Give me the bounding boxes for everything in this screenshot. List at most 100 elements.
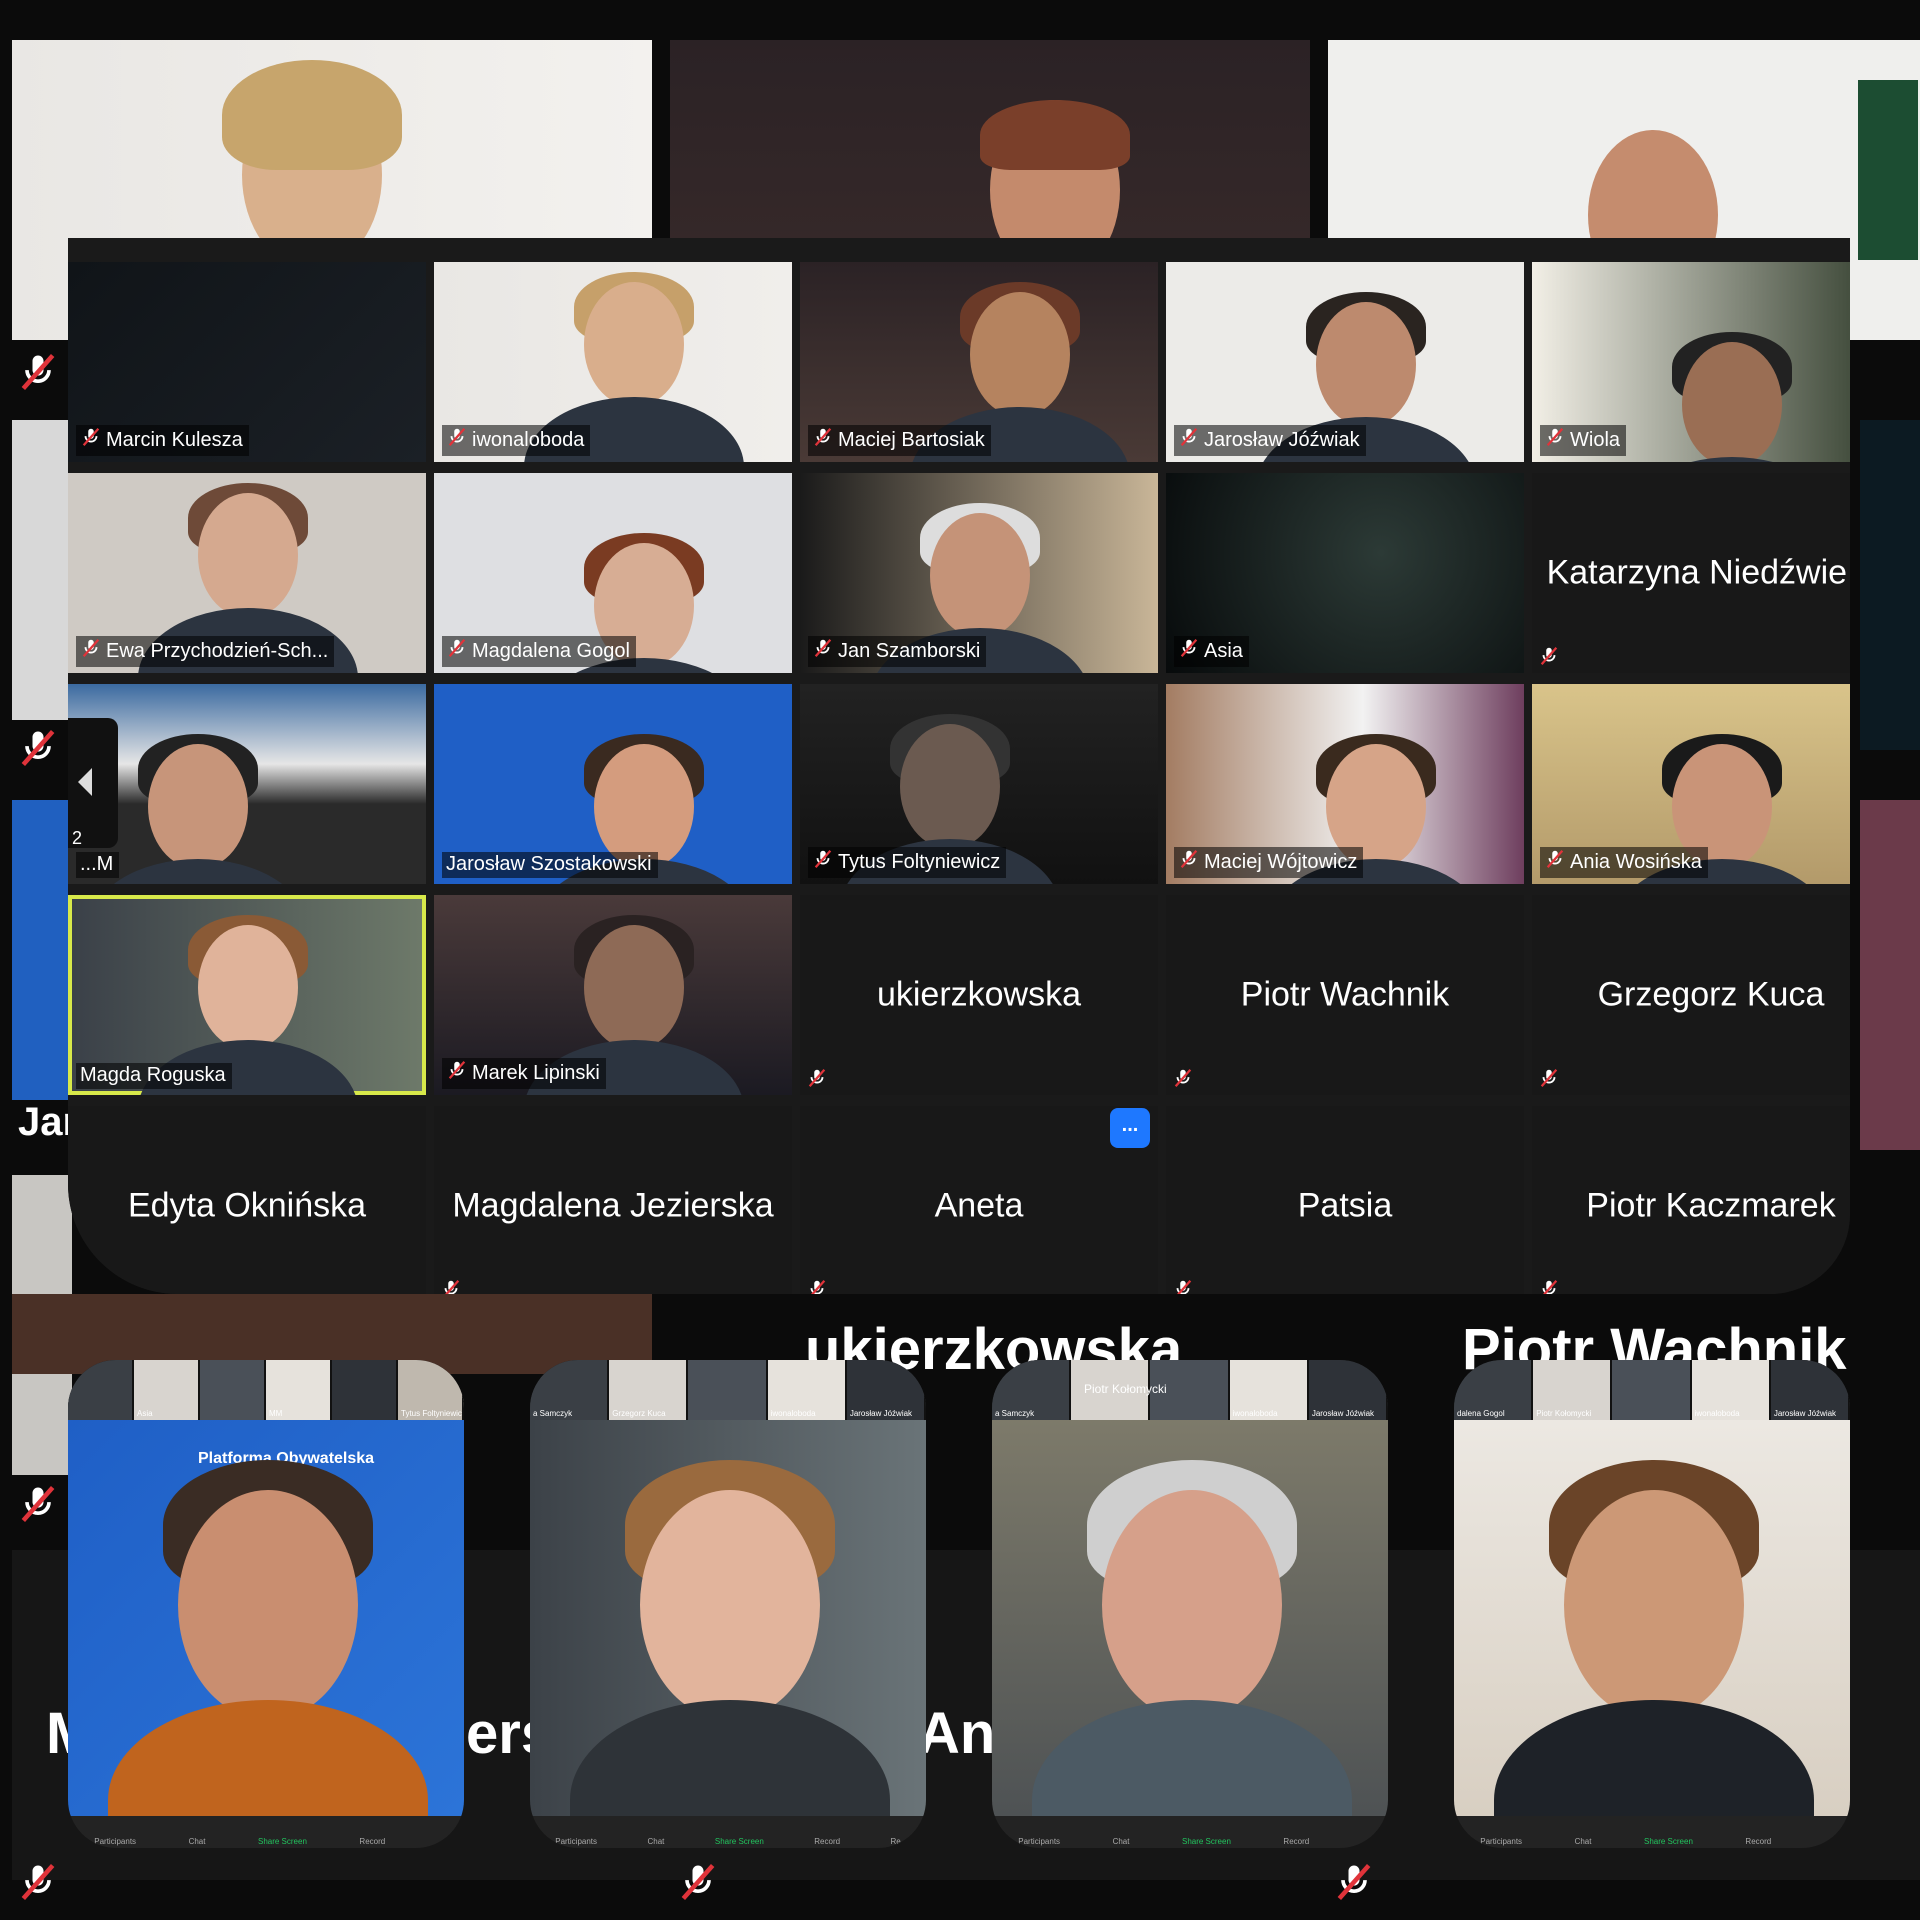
- toolbar-button[interactable]: Record: [1745, 1837, 1771, 1846]
- thumbnail-label: Jarosław Jóźwiak: [1311, 1409, 1375, 1418]
- participant-name-label: Ewa Przychodzień-Sch...: [76, 636, 335, 667]
- participant-tile[interactable]: Marek Lipinski: [434, 895, 792, 1095]
- speaker-body: [108, 1700, 428, 1816]
- participant-name-text: Magdalena Gogol: [472, 639, 630, 662]
- participant-name-label: Marek Lipinski: [442, 1058, 606, 1089]
- participant-name-text: iwonaloboda: [472, 428, 585, 451]
- participant-tile[interactable]: Magdalena Gogol: [434, 473, 792, 673]
- thumbnail-tile[interactable]: dalena Gogol: [1454, 1360, 1534, 1420]
- toolbar-button[interactable]: Chat: [1113, 1837, 1130, 1846]
- participant-tile[interactable]: ukierzkowska: [800, 895, 1158, 1095]
- toolbar-button[interactable]: Record: [814, 1837, 840, 1846]
- participant-name-large: Katarzyna Niedźwie...: [1546, 553, 1850, 592]
- thumbnail-tile[interactable]: iwonaloboda: [1229, 1360, 1309, 1420]
- toolbar-button[interactable]: Chat: [189, 1837, 206, 1846]
- toolbar-button[interactable]: Share Screen: [258, 1837, 307, 1846]
- participant-name-text: ...M: [80, 853, 114, 875]
- participant-tile[interactable]: Magda Roguska: [68, 895, 426, 1095]
- phone-screenshot: dalena Gogol Piotr Kołomycki iwonaloboda Ja…: [1454, 1360, 1850, 1848]
- bg-tile-left-strip-1: [12, 420, 72, 720]
- thumbnail-tile[interactable]: [1612, 1360, 1692, 1420]
- participant-tile[interactable]: iwonaloboda: [434, 262, 792, 462]
- participant-tile[interactable]: Tytus Foltyniewicz: [800, 684, 1158, 884]
- participant-tile[interactable]: Jarosław Jóźwiak: [1166, 262, 1524, 462]
- participant-face: [198, 493, 298, 618]
- participant-tile[interactable]: Katarzyna Niedźwie...: [1532, 473, 1850, 673]
- participant-name-text: Jan Szamborski: [838, 639, 981, 662]
- more-options-button[interactable]: ...: [1110, 1108, 1150, 1148]
- participant-tile[interactable]: Asia: [1166, 473, 1524, 673]
- participant-name-label: Jan Szamborski: [808, 636, 987, 667]
- participant-tile[interactable]: Ania Wosińska: [1532, 684, 1850, 884]
- thumbnail-tile[interactable]: Jarosław Jóźwiak: [1770, 1360, 1850, 1420]
- muted-mic-icon: [806, 1278, 828, 1294]
- toolbar-button[interactable]: Participants: [94, 1837, 136, 1846]
- muted-mic-icon: [1172, 1067, 1194, 1089]
- phone-screenshot: Asia MM Tytus Foltyniewic Platforma Obywate…: [68, 1360, 464, 1848]
- thumbnail-tile[interactable]: Jarosław Jóźwiak: [1308, 1360, 1388, 1420]
- participant-name-label: Asia: [1174, 636, 1249, 667]
- toolbar-button[interactable]: Chat: [1575, 1837, 1592, 1846]
- thumbnail-label: Jarosław Jóźwiak: [849, 1409, 913, 1418]
- participant-tile[interactable]: Grzegorz Kuca: [1532, 895, 1850, 1095]
- participant-tile[interactable]: Piotr Wachnik: [1166, 895, 1524, 1095]
- meeting-toolbar: Participants Chat Share Screen Record: [1454, 1816, 1850, 1848]
- participant-tile[interactable]: Maciej Wójtowicz: [1166, 684, 1524, 884]
- toolbar-button[interactable]: Re: [891, 1837, 901, 1846]
- participant-tile[interactable]: Maciej Bartosiak: [800, 262, 1158, 462]
- participant-tile[interactable]: Jarosław Szostakowski: [434, 684, 792, 884]
- participant-name-large: Aneta: [934, 1186, 1024, 1225]
- participant-tile[interactable]: Aneta: [800, 1106, 1158, 1294]
- toolbar-button[interactable]: Participants: [1480, 1837, 1522, 1846]
- toolbar-button[interactable]: Share Screen: [715, 1837, 764, 1846]
- thumbnail-tile[interactable]: iwonaloboda: [767, 1360, 847, 1420]
- muted-mic-icon: [21, 1863, 55, 1901]
- thumbnail-tile[interactable]: [688, 1360, 768, 1420]
- thumbnail-tile[interactable]: [332, 1360, 398, 1420]
- meeting-toolbar: Participants Chat Share Screen Record: [992, 1816, 1388, 1848]
- bg-tile-right-strip-1: [1860, 420, 1920, 750]
- thumbnail-tile[interactable]: a Samczyk: [992, 1360, 1072, 1420]
- participant-face: [1682, 342, 1782, 462]
- toolbar-button[interactable]: Record: [1283, 1837, 1309, 1846]
- meeting-toolbar: Participants Chat Share Screen Record Re: [530, 1816, 926, 1848]
- thumbnail-tile[interactable]: MM: [266, 1360, 332, 1420]
- page-arrow-left[interactable]: 2: [68, 718, 118, 848]
- thumbnail-tile[interactable]: iwonaloboda: [1691, 1360, 1771, 1420]
- speaker-face: [1102, 1490, 1282, 1720]
- participant-tile[interactable]: ...M: [68, 684, 426, 884]
- participant-tile[interactable]: Piotr Kaczmarek: [1532, 1106, 1850, 1294]
- thumbnail-tile[interactable]: a Samczyk: [530, 1360, 610, 1420]
- participant-name-text: Jarosław Szostakowski: [446, 853, 652, 875]
- toolbar-button[interactable]: Participants: [555, 1837, 597, 1846]
- participant-name-label: Maciej Bartosiak: [808, 425, 991, 456]
- thumbnail-tile[interactable]: Jarosław Jóźwiak: [846, 1360, 926, 1420]
- participant-name-large: Grzegorz Kuca: [1597, 975, 1825, 1014]
- thumbnail-tile[interactable]: Tytus Foltyniewic: [398, 1360, 464, 1420]
- participant-tile[interactable]: Jan Szamborski: [800, 473, 1158, 673]
- speaker-face: [640, 1490, 820, 1720]
- participant-tile[interactable]: Magdalena Jezierska: [434, 1106, 792, 1294]
- toolbar-button[interactable]: Share Screen: [1644, 1837, 1693, 1846]
- toolbar-button[interactable]: Share Screen: [1182, 1837, 1231, 1846]
- thumbnail-strip: a Samczyk iwonaloboda Jarosław Jóźwiak: [992, 1360, 1388, 1420]
- thumbnail-label: iwonaloboda: [770, 1409, 816, 1418]
- participant-tile[interactable]: Wiola: [1532, 262, 1850, 462]
- participant-name-large: Patsia: [1297, 1186, 1393, 1225]
- participant-name-text: Marek Lipinski: [472, 1061, 600, 1084]
- participant-face: [198, 925, 298, 1050]
- toolbar-button[interactable]: Chat: [648, 1837, 665, 1846]
- thumbnail-tile[interactable]: Grzegorz Kuca: [609, 1360, 689, 1420]
- participant-tile[interactable]: Marcin Kulesza: [68, 262, 426, 462]
- participant-face: [930, 513, 1030, 638]
- participant-tile[interactable]: Patsia: [1166, 1106, 1524, 1294]
- toolbar-button[interactable]: Record: [359, 1837, 385, 1846]
- thumbnail-tile[interactable]: [68, 1360, 134, 1420]
- thumbnail-tile[interactable]: Asia: [134, 1360, 200, 1420]
- participant-tile[interactable]: Edyta Oknińska: [68, 1106, 426, 1294]
- participant-tile[interactable]: Ewa Przychodzień-Sch...: [68, 473, 426, 673]
- thumbnail-tile[interactable]: Piotr Kołomycki: [1533, 1360, 1613, 1420]
- toolbar-button[interactable]: Participants: [1018, 1837, 1060, 1846]
- thumbnail-tile[interactable]: [200, 1360, 266, 1420]
- thumbnail-strip: Asia MM Tytus Foltyniewic: [68, 1360, 464, 1420]
